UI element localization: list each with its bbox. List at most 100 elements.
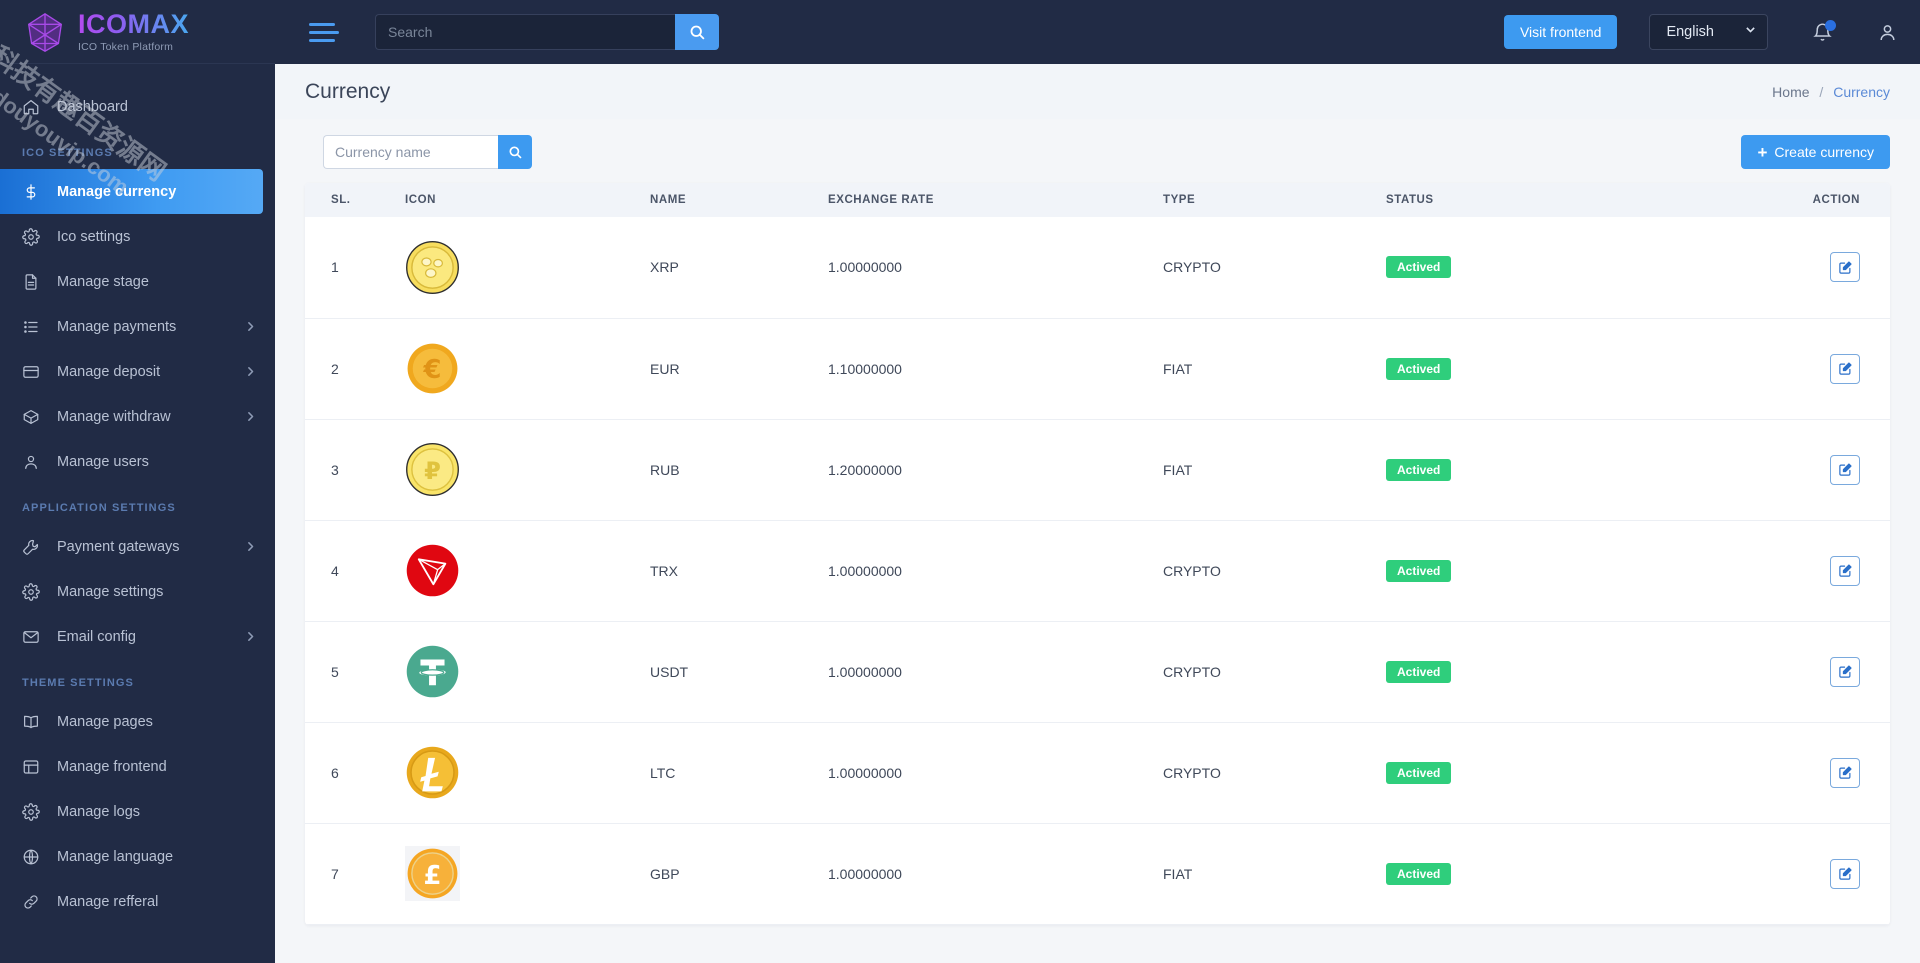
cell-type: CRYPTO [1163, 217, 1386, 319]
visit-frontend-button[interactable]: Visit frontend [1503, 15, 1618, 49]
cell-status: Actived [1386, 722, 1686, 824]
cell-icon: € [405, 318, 650, 420]
cell-icon [405, 722, 650, 824]
trx-coin-icon [405, 543, 460, 598]
dollar-icon [22, 183, 44, 201]
breadcrumb-home[interactable]: Home [1772, 84, 1809, 100]
hamburger-icon[interactable] [307, 19, 341, 46]
currency-name-input[interactable] [323, 135, 498, 169]
status-badge: Actived [1386, 256, 1452, 279]
language-value: English [1666, 24, 1714, 40]
edit-currency-button[interactable] [1830, 252, 1860, 283]
cell-exchange-rate: 1.10000000 [828, 318, 1163, 420]
table-row: 2 € EUR 1.10000000 FIAT Actived [305, 318, 1890, 420]
xrp-coin-icon [405, 240, 460, 295]
sidebar-item-label: Manage stage [57, 273, 149, 290]
search-input[interactable] [375, 14, 675, 50]
sidebar-item-label: Manage logs [57, 803, 141, 820]
edit-currency-button[interactable] [1830, 353, 1860, 384]
sidebar-item-manage-payments[interactable]: Manage payments [0, 304, 275, 349]
language-selector[interactable]: English [1649, 14, 1768, 50]
globe-icon [22, 848, 44, 866]
sidebar-item-manage-stage[interactable]: Manage stage [0, 259, 275, 304]
chevron-right-icon [244, 320, 257, 333]
status-badge: Actived [1386, 761, 1452, 784]
notifications-button[interactable] [1812, 19, 1836, 43]
user-menu-button[interactable] [1877, 22, 1898, 43]
cell-action [1686, 621, 1890, 723]
sidebar-item-manage-logs[interactable]: Manage logs [0, 789, 275, 834]
sidebar-item-manage-deposit[interactable]: Manage deposit [0, 349, 275, 394]
filter-search-button[interactable] [498, 135, 532, 169]
cell-name: RUB [650, 419, 828, 521]
chevron-right-icon [244, 540, 257, 553]
sidebar-item-manage-users[interactable]: Manage users [0, 439, 275, 484]
edit-currency-button[interactable] [1830, 454, 1860, 485]
sidebar-item-manage-currency[interactable]: Manage currency [0, 169, 263, 214]
sidebar-item-manage-settings[interactable]: Manage settings [0, 569, 275, 614]
cell-exchange-rate: 1.20000000 [828, 419, 1163, 521]
sidebar-item-label: Manage deposit [57, 363, 161, 380]
sidebar-section-title: ICO SETTINGS [22, 147, 113, 159]
status-badge: Actived [1386, 357, 1452, 380]
sidebar-item-label: Payment gateways [57, 538, 180, 555]
edit-currency-button[interactable] [1830, 656, 1860, 687]
sidebar-item-dashboard[interactable]: Dashboard [0, 84, 275, 129]
cell-exchange-rate: 1.00000000 [828, 722, 1163, 824]
search-button[interactable] [675, 14, 719, 50]
cell-type: CRYPTO [1163, 520, 1386, 622]
sidebar-item-label: Manage withdraw [57, 408, 171, 425]
chevron-down-icon [1744, 23, 1757, 41]
sidebar-item-label: Manage language [57, 848, 174, 865]
brand-tagline: ICO Token Platform [78, 40, 174, 53]
status-badge: Actived [1386, 862, 1452, 885]
gear-icon [22, 802, 44, 821]
sidebar-item-email-config[interactable]: Email config [0, 614, 275, 659]
list-icon [22, 318, 44, 336]
sidebar-nav: Dashboard ICO SETTINGS Manage currency Ico… [0, 64, 275, 924]
cell-type: FIAT [1163, 318, 1386, 420]
gbp-coin-icon: £ [405, 846, 460, 901]
envelope-icon [22, 628, 44, 646]
sidebar-item-manage-refferal[interactable]: Manage refferal [0, 879, 275, 924]
sidebar-section-title: THEME SETTINGS [22, 677, 134, 689]
edit-icon [1838, 766, 1852, 779]
column-header: TYPE [1163, 183, 1386, 217]
status-badge: Actived [1386, 660, 1452, 683]
column-header: ACTION [1686, 183, 1890, 217]
cell-name: EUR [650, 318, 828, 420]
layout-icon [22, 758, 44, 776]
page-header: Currency Home / Currency [275, 64, 1920, 119]
brand-logo[interactable]: ICOMAX ICO Token Platform [0, 0, 275, 64]
chevron-right-icon [244, 410, 257, 423]
column-header: NAME [650, 183, 828, 217]
sidebar-section-title: APPLICATION SETTINGS [22, 502, 176, 514]
cell-sl: 4 [305, 520, 405, 622]
edit-currency-button[interactable] [1830, 858, 1860, 889]
edit-currency-button[interactable] [1830, 757, 1860, 788]
sidebar-item-manage-frontend[interactable]: Manage frontend [0, 744, 275, 789]
eur-coin-icon: € [405, 341, 460, 396]
cell-sl: 7 [305, 823, 405, 925]
sidebar-item-label: Email config [57, 628, 136, 645]
currency-table-card: SL. ICON NAME EXCHANGE RATE TYPE STATUS ACTION… [305, 183, 1890, 925]
edit-currency-button[interactable] [1830, 555, 1860, 586]
sidebar-item-manage-withdraw[interactable]: Manage withdraw [0, 394, 275, 439]
gear-icon [22, 582, 44, 601]
sidebar-item-payment-gateways[interactable]: Payment gateways [0, 524, 275, 569]
page-title: Currency [305, 79, 391, 103]
sidebar-item-manage-language[interactable]: Manage language [0, 834, 275, 879]
cell-sl: 1 [305, 217, 405, 319]
currency-table: SL. ICON NAME EXCHANGE RATE TYPE STATUS ACTION… [305, 183, 1890, 925]
cell-status: Actived [1386, 823, 1686, 925]
cell-name: XRP [650, 217, 828, 319]
sidebar-item-ico-settings[interactable]: Ico settings [0, 214, 275, 259]
cell-type: FIAT [1163, 823, 1386, 925]
svg-text:£: £ [424, 861, 442, 891]
create-currency-button[interactable]: + Create currency [1741, 135, 1890, 169]
chevron-right-icon [244, 365, 257, 378]
table-row: 5 USDT 1.00000000 CRYPTO Actived [305, 621, 1890, 723]
svg-text:₽: ₽ [424, 457, 441, 485]
sidebar-item-manage-pages[interactable]: Manage pages [0, 699, 275, 744]
cell-type: CRYPTO [1163, 621, 1386, 723]
